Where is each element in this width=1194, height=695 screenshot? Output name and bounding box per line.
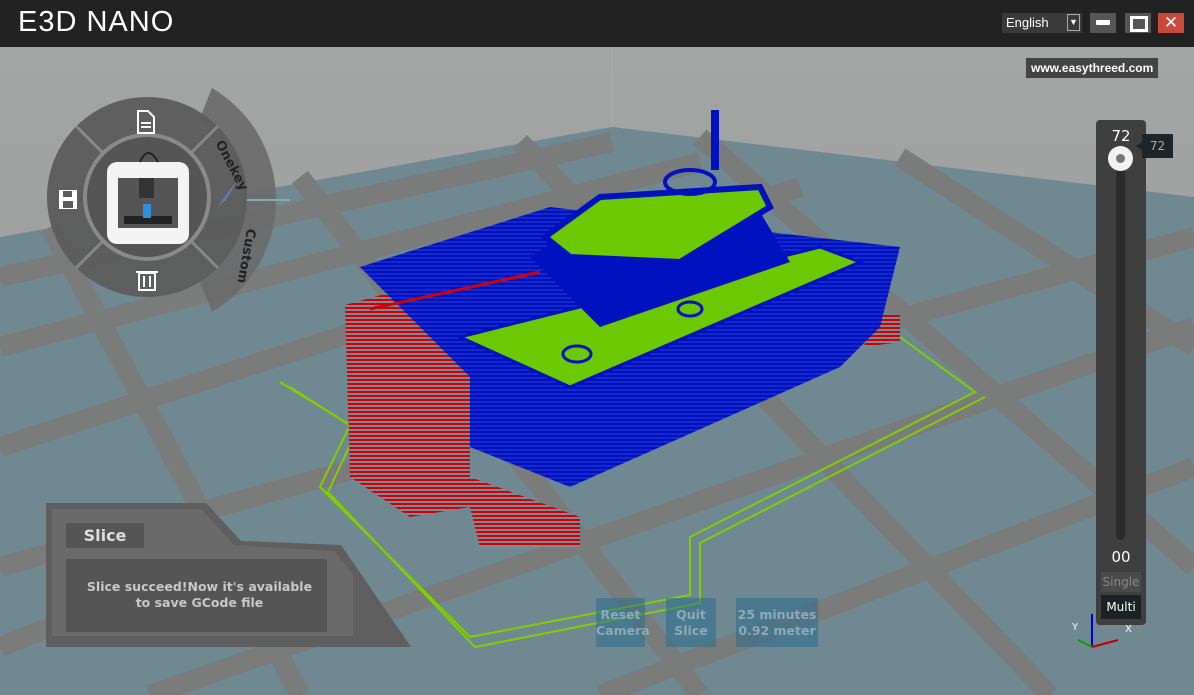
title-bar: E3D NANO English ▼ ✕ [0, 0, 1194, 47]
layer-tooltip: 72 [1136, 134, 1173, 158]
close-button[interactable]: ✕ [1158, 13, 1184, 33]
x-axis-label: X [1125, 624, 1132, 635]
y-axis-label: Y [1072, 622, 1079, 633]
quit-slice-button[interactable]: Quit Slice [666, 598, 716, 647]
website-link[interactable]: www.easythreed.com [1026, 58, 1159, 78]
slice-panel-title: Slice [66, 523, 144, 548]
print-time: 25 minutes [737, 607, 817, 622]
slice-status-message: Slice succeed!Now it's available to save… [66, 559, 327, 632]
chevron-down-icon: ▼ [1067, 14, 1080, 31]
layer-slider-handle[interactable] [1108, 146, 1133, 171]
radial-menu [47, 88, 290, 312]
floppy-disk-icon[interactable] [59, 190, 77, 209]
single-layer-button[interactable]: Single [1101, 572, 1141, 592]
minimize-button[interactable] [1090, 13, 1116, 33]
print-estimate: 25 minutes 0.92 meter [736, 598, 818, 647]
axis-gizmo: Y X [1068, 612, 1138, 656]
language-select[interactable]: English ▼ [1002, 13, 1082, 33]
language-value: English [1006, 15, 1049, 30]
filament-length: 0.92 meter [738, 623, 816, 638]
reset-camera-button[interactable]: Reset Camera [596, 598, 650, 647]
printer-image [107, 152, 189, 244]
maximize-button[interactable] [1125, 13, 1151, 33]
layer-slider-track[interactable] [1116, 165, 1125, 540]
app-title: E3D NANO [18, 6, 175, 38]
layer-min-label: 00 [1111, 548, 1131, 566]
